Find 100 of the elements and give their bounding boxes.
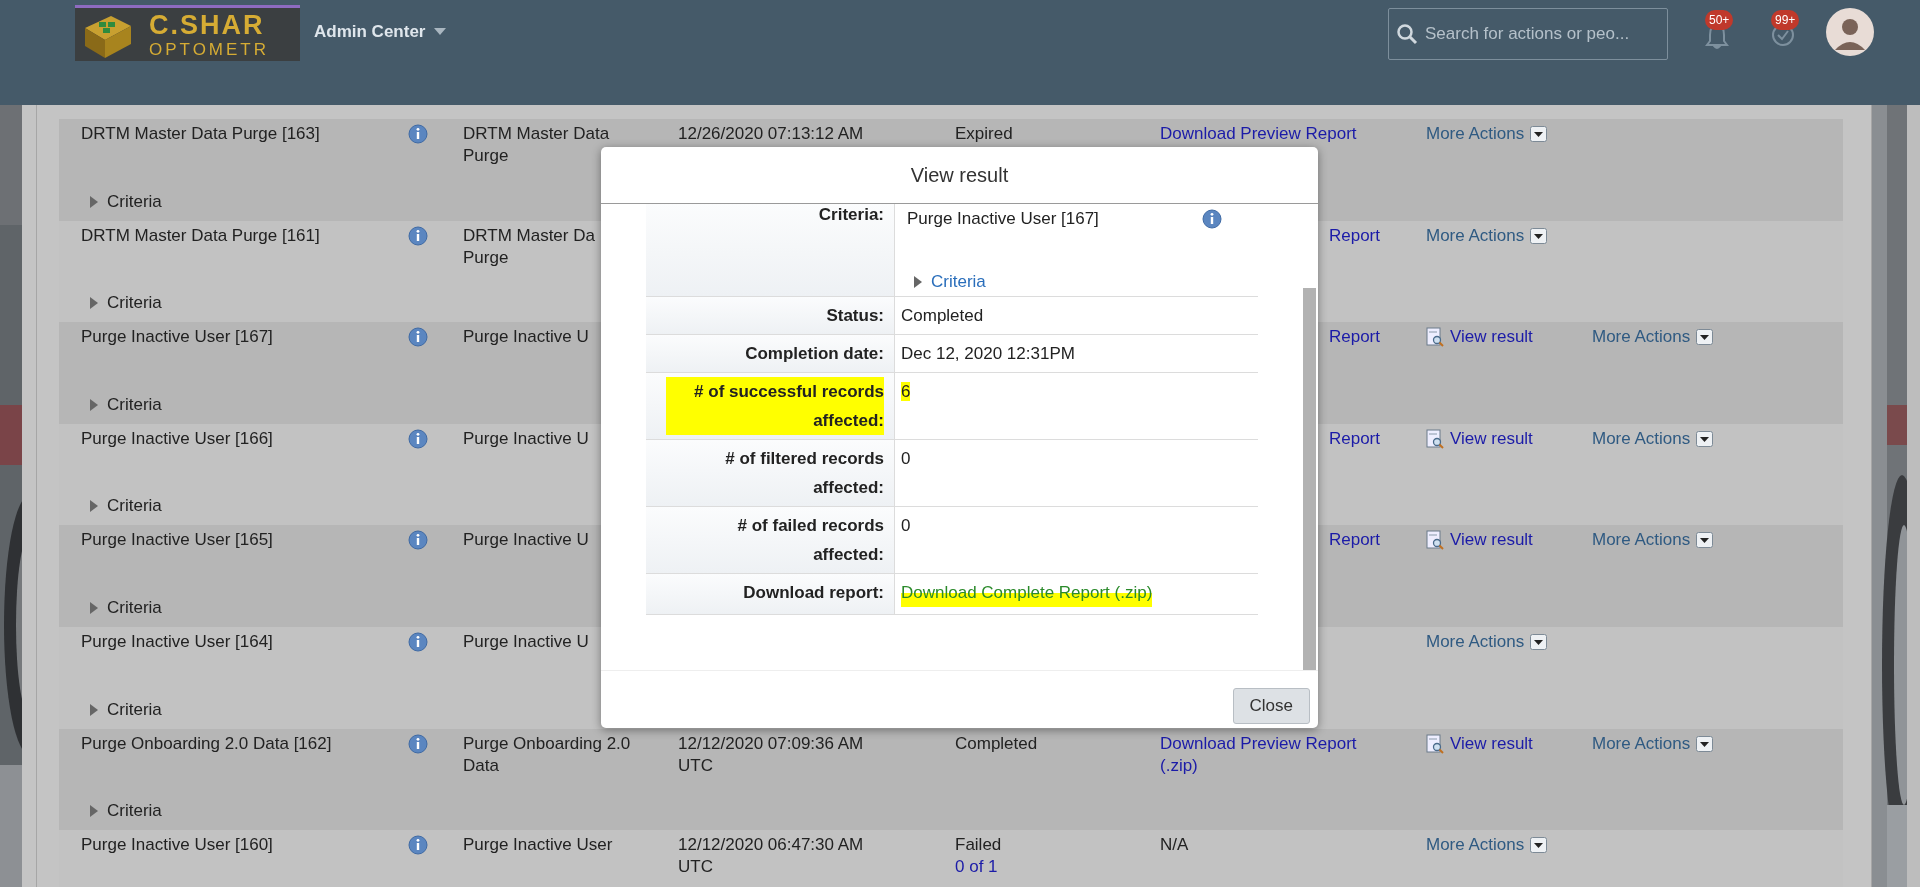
info-icon[interactable] [408,327,428,348]
field-value: Completed [901,306,984,325]
download-status: N/A [1160,834,1189,857]
job-type: DRTM Master Da Purge [463,224,596,269]
dropdown-icon[interactable] [1530,633,1548,650]
criteria-toggle[interactable]: Criteria [81,698,162,721]
info-icon[interactable] [408,124,428,144]
logo-subtext: OPTOMETR [149,40,270,58]
notification-badge: 99+ [1771,10,1800,30]
logo[interactable]: C.SHAR OPTOMETR [75,5,300,61]
logo-text: C.SHAR [149,11,266,39]
admin-center-menu[interactable]: Admin Center [314,22,447,42]
dropdown-icon[interactable] [1696,532,1714,549]
dropdown-icon[interactable] [1530,837,1548,854]
field-value: Purge Inactive User [167] [907,208,1099,230]
info-icon[interactable] [408,225,428,246]
search-field[interactable]: Search for actions or peo... [1388,8,1668,60]
dropdown-icon[interactable] [1530,227,1548,244]
scrollbar[interactable] [1303,288,1316,670]
field-label: # of failed records affected: [736,515,884,566]
document-search-icon [1426,428,1444,449]
dialog-title: View result [910,163,1009,187]
view-result-link[interactable]: View result [1450,326,1533,349]
info-icon[interactable] [1202,208,1222,229]
info-icon[interactable] [408,835,428,856]
job-name: DRTM Master Data Purge [161] [81,224,321,247]
close-button[interactable]: Close [1232,688,1310,724]
view-result-link[interactable]: View result [1450,529,1533,552]
info-icon[interactable] [408,428,428,449]
job-name: Purge Inactive User [160] [81,834,274,857]
field-value: Dec 12, 2020 12:31PM [901,344,1075,363]
job-name: Purge Inactive User [164] [81,630,274,653]
avatar[interactable] [1826,8,1874,56]
dropdown-icon[interactable] [1696,735,1714,752]
more-actions-link[interactable]: More Actions [1426,224,1525,247]
view-result-link[interactable]: View result [1450,732,1533,755]
notification-badge: 50+ [1705,10,1734,30]
caret-icon [434,28,447,36]
info-icon[interactable] [408,631,428,652]
job-name: Purge Onboarding 2.0 Data [162] [81,732,333,755]
field-value: 6 [901,382,911,401]
job-type: Purge Inactive User [463,834,614,857]
info-icon[interactable] [408,733,428,754]
field-label: Status: [826,305,884,327]
search-icon [1396,23,1418,45]
criteria-toggle[interactable]: Criteria [81,393,162,416]
job-name: Purge Inactive User [166] [81,427,274,450]
caret-icon [89,600,99,615]
field-label: # of successful records affected: [666,377,884,435]
field-label: Completion date: [745,343,884,365]
caret-icon [89,194,99,209]
download-link[interactable]: Download Preview Report [1160,123,1357,145]
more-actions-link[interactable]: More Actions [1592,427,1691,450]
job-status: Expired [955,123,1014,145]
caret-icon [913,274,923,289]
more-actions-link[interactable]: More Actions [1426,834,1525,857]
field-value: 0 [901,449,911,468]
field-label: Download report: [743,582,884,604]
field-label: Criteria: [818,204,884,226]
more-actions-link[interactable]: More Actions [1592,529,1691,552]
criteria-toggle[interactable]: Criteria [81,190,162,213]
field-label: # of filtered records affected: [724,448,884,499]
dropdown-icon[interactable] [1696,329,1714,346]
more-actions-link[interactable]: More Actions [1592,326,1691,349]
caret-icon [89,804,99,819]
dropdown-icon[interactable] [1530,126,1548,142]
job-name: Purge Inactive User [167] [81,326,274,349]
job-date: 12/12/2020 06:47:30 AM UTC [678,834,865,879]
caret-icon [89,397,99,412]
document-search-icon [1426,733,1444,754]
status-link[interactable]: 0 of 1 [955,856,1160,879]
job-status: Completed [955,732,1039,755]
job-date: 12/12/2020 07:09:36 AM UTC [678,732,865,777]
download-link[interactable]: Download Preview Report (.zip) [1160,732,1357,777]
field-value: 0 [901,516,911,535]
document-search-icon [1426,327,1444,348]
document-search-icon [1426,530,1444,551]
criteria-toggle[interactable]: Criteria [81,292,162,315]
job-type: DRTM Master Data Purge [463,123,611,167]
job-status: Failed [955,834,1003,857]
job-date: 12/26/2020 07:13:12 AM [678,123,865,145]
caret-icon [89,499,99,514]
criteria-toggle[interactable]: Criteria [81,596,162,619]
job-type: Purge Inactive U [463,326,590,349]
criteria-toggle[interactable]: Criteria [81,800,162,823]
job-type: Purge Onboarding 2.0 Data [463,732,632,777]
caret-icon [89,702,99,717]
more-actions-link[interactable]: More Actions [1426,123,1525,145]
job-type: Purge Inactive U [463,630,590,653]
job-type: Purge Inactive U [463,427,590,450]
dropdown-icon[interactable] [1696,430,1714,447]
more-actions-link[interactable]: More Actions [1592,732,1691,755]
info-icon[interactable] [408,530,428,551]
criteria-toggle[interactable]: Criteria [907,267,986,296]
view-result-link[interactable]: View result [1450,427,1533,450]
job-name: Purge Inactive User [165] [81,529,274,552]
more-actions-link[interactable]: More Actions [1426,630,1525,653]
caret-icon [89,296,99,311]
criteria-toggle[interactable]: Criteria [81,495,162,518]
job-type: Purge Inactive U [463,529,590,552]
